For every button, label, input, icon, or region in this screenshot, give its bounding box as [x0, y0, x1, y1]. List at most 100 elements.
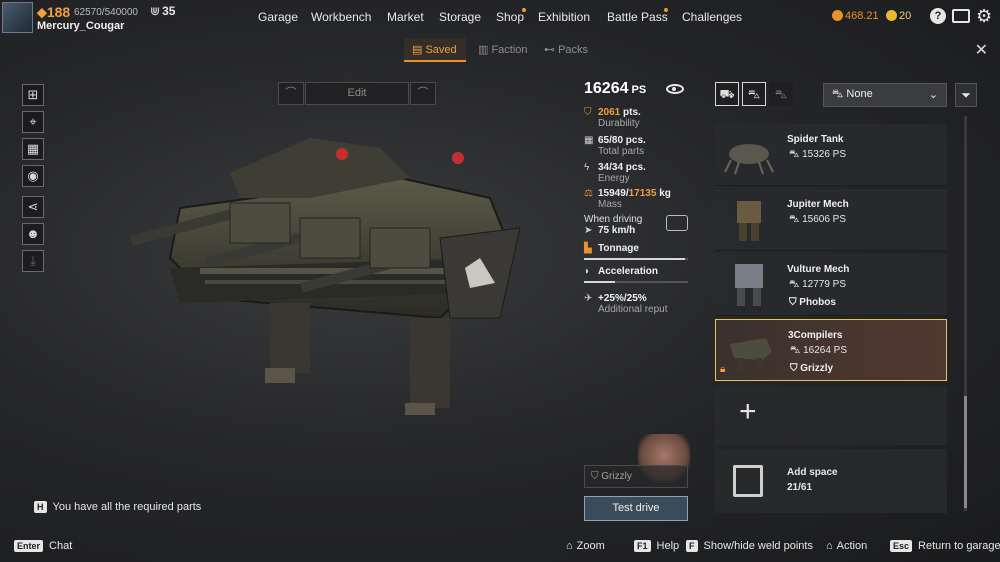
build-card[interactable]: Vulture Mech ⛍ 12779 PS ⛉ Phobos — [715, 254, 947, 316]
build-card-selected[interactable]: 3Compilers ⛍ 16264 PS ⛉ Grizzly 🔒︎ — [715, 319, 947, 381]
speed-value: 75 km/h — [598, 225, 636, 236]
build-name: Jupiter Mech — [787, 199, 849, 210]
nav-battle-pass[interactable]: Battle Pass — [607, 10, 668, 24]
acceleration-icon: ◗ — [584, 266, 591, 277]
build-thumbnail — [724, 144, 774, 175]
hint-zoom[interactable]: ⌂ Zoom — [566, 540, 605, 552]
tab-packs-label: Packs — [558, 44, 589, 56]
parts-label: Total parts — [598, 146, 645, 157]
saved-icon: ▤ — [412, 44, 426, 56]
nav-storage[interactable]: Storage — [439, 10, 481, 24]
rank-icon: ⋓ — [150, 4, 161, 18]
dropdown-car-icon: ⛍ — [832, 88, 847, 100]
coins-balance[interactable]: 468.21 — [832, 10, 879, 22]
chevron-down-icon: ⌄ — [928, 89, 938, 101]
build-pilot-name: Phobos — [799, 297, 836, 308]
build-card[interactable]: Jupiter Mech ⛍ 15606 PS — [715, 189, 947, 251]
return-key: Esc — [890, 540, 913, 552]
nav-market[interactable]: Market — [387, 10, 424, 24]
nav-garage[interactable]: Garage — [258, 10, 298, 24]
build-ps: ⛍ 12779 PS — [789, 279, 846, 292]
parts-message: H You have all the required parts — [34, 501, 201, 513]
filter-car-icon[interactable]: ⛍ — [742, 82, 766, 106]
build-ps: ⛍ 16264 PS — [790, 345, 847, 358]
build-pilot: ⛉ Phobos — [789, 297, 836, 308]
hint-return[interactable]: Esc Return to garage — [890, 540, 1000, 552]
crosshair-icon[interactable]: ⌖ — [22, 111, 44, 133]
nav-shop[interactable]: Shop — [496, 10, 524, 24]
close-icon[interactable]: ✕ — [975, 40, 988, 60]
durability-label: Durability — [598, 118, 640, 129]
tab-packs[interactable]: ⊷ Packs — [536, 38, 596, 62]
help-icon[interactable]: ? — [930, 8, 946, 24]
hint-chat[interactable]: Enter Chat — [14, 540, 72, 552]
filter-cabin-icon[interactable]: ⛟ — [715, 82, 739, 106]
scrollbar-thumb[interactable] — [964, 396, 967, 508]
acceleration-bar-fill — [584, 281, 616, 283]
dropdown-value: None — [846, 88, 873, 100]
tonnage-bar-fill — [584, 258, 685, 260]
edit-button[interactable]: Edit — [305, 82, 409, 105]
build-pilot: ⛉ Grizzly — [790, 363, 833, 374]
stat-driving: When driving ➤ 75 km/h — [584, 214, 642, 236]
nav-workbench[interactable]: Workbench — [311, 10, 371, 24]
rotate-icon[interactable]: ◉ — [22, 165, 44, 187]
power-score-value: 16264 — [584, 80, 629, 97]
filter-vehicle-icon[interactable]: ⛍ — [769, 82, 793, 106]
build-ps: ⛍ 15326 PS — [789, 149, 846, 162]
hint-action-label: Action — [836, 540, 868, 552]
mouse-icon: ⌂ — [826, 540, 833, 552]
undo-icon[interactable]: ⌒ — [278, 82, 304, 105]
durability-value: 2061 — [598, 107, 621, 118]
energy-label: Energy — [598, 173, 630, 184]
gold-balance[interactable]: 20 — [886, 10, 911, 22]
clear-filter-icon[interactable]: ⏷ — [955, 83, 977, 107]
parts-value: 65/80 pcs. — [598, 135, 646, 146]
hint-help[interactable]: F1 Help — [634, 540, 679, 552]
build-ps-value: 12779 PS — [802, 279, 847, 290]
news-icon[interactable] — [952, 9, 970, 23]
power-score-unit: PS — [631, 84, 647, 96]
tab-faction[interactable]: ▥ Faction — [470, 38, 536, 62]
player-level: ⬥188 — [37, 4, 70, 21]
add-space-card[interactable]: Add space 21/61 — [715, 449, 947, 513]
acceleration-label: Acceleration — [598, 266, 659, 277]
redo-icon[interactable]: ⌒ — [410, 82, 436, 105]
nav-exhibition[interactable]: Exhibition — [538, 10, 590, 24]
saved-builds-panel: ⛟ ⛍ ⛍ ⛍ None ⌄ ⏷ Spider Tank ⛍ 15326 PS … — [715, 82, 977, 513]
build-name: Vulture Mech — [787, 264, 850, 275]
hint-action[interactable]: ⌂ Action — [826, 540, 867, 552]
tab-saved-label: Saved — [425, 44, 457, 56]
download-icon[interactable]: ⤓ — [22, 250, 44, 272]
new-build-card[interactable]: + — [715, 387, 947, 445]
reput-value: +25%/25% — [598, 293, 647, 304]
eye-icon[interactable] — [666, 84, 684, 94]
plus-icon: + — [739, 395, 757, 428]
settings-icon[interactable]: ⚙ — [976, 7, 992, 25]
coins-value: 468.21 — [845, 10, 879, 22]
nav-challenges[interactable]: Challenges — [682, 10, 742, 24]
share-icon[interactable]: ⋖ — [22, 196, 44, 218]
users-icon[interactable]: ☻ — [22, 223, 44, 245]
grid-view-icon[interactable]: ⊞ — [22, 84, 44, 106]
stat-acceleration: ◗ Acceleration — [584, 266, 658, 277]
build-thumbnail — [735, 264, 763, 306]
lock-icon: 🔒︎ — [720, 364, 726, 375]
pilot-selector[interactable]: ⛉ Grizzly — [584, 465, 688, 488]
vehicle-preview[interactable] — [110, 118, 540, 423]
hint-weld[interactable]: F Show/hide weld points — [686, 540, 813, 552]
tab-saved[interactable]: ▤ Saved — [404, 38, 466, 62]
scrollbar[interactable] — [964, 116, 967, 511]
build-card[interactable]: Spider Tank ⛍ 15326 PS — [715, 124, 947, 186]
avatar[interactable] — [2, 2, 33, 33]
storage-icon — [733, 465, 763, 497]
test-drive-button[interactable]: Test drive — [584, 496, 688, 521]
vehicle-view-icon[interactable]: ▦ — [22, 138, 44, 160]
build-name: 3Compilers — [788, 330, 843, 341]
filter-dropdown[interactable]: ⛍ None ⌄ — [823, 83, 947, 107]
hint-return-label: Return to garage — [918, 540, 1000, 552]
mass-current: 15949 — [598, 188, 626, 199]
build-ps-value: 16264 PS — [803, 345, 848, 356]
build-name: Spider Tank — [787, 134, 844, 145]
tonnage-bar — [584, 258, 688, 260]
